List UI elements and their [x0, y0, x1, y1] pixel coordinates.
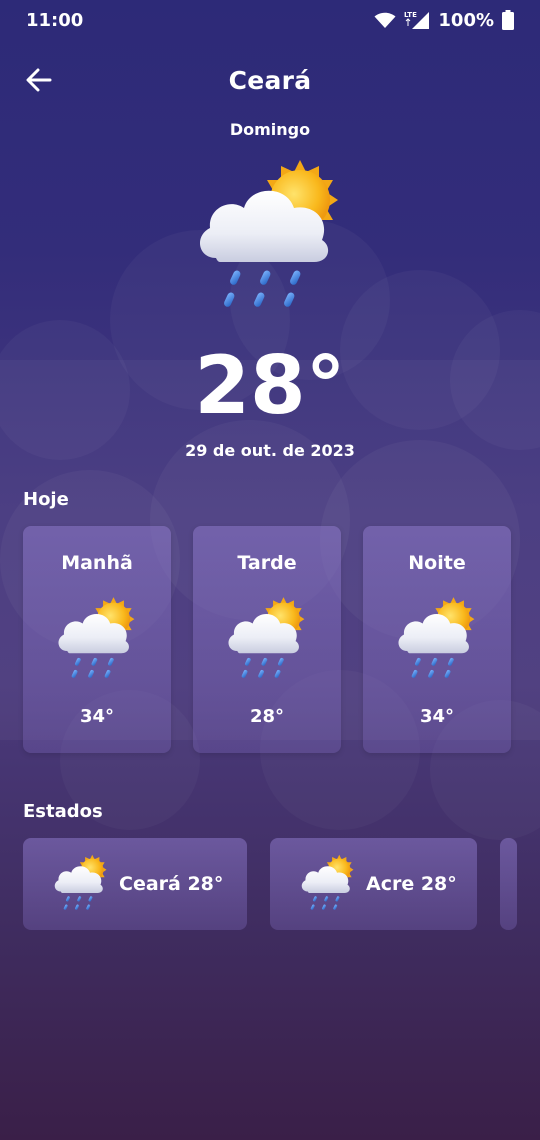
sun-cloud-rain-icon — [53, 596, 141, 684]
period-card-morning[interactable]: Manhã 34° — [23, 526, 171, 753]
sun-cloud-rain-icon — [393, 596, 481, 684]
sun-cloud-rain-icon — [51, 854, 111, 914]
state-card-partial[interactable] — [500, 838, 517, 930]
state-label: Acre 28° — [366, 873, 457, 895]
battery-percent: 100% — [438, 9, 494, 31]
period-temperature: 34° — [79, 706, 115, 727]
period-card-afternoon[interactable]: Tarde 28° — [193, 526, 341, 753]
sun-cloud-rain-icon — [223, 596, 311, 684]
lte-signal-icon: LTE — [404, 11, 430, 29]
states-section-title: Estados — [23, 801, 103, 822]
period-name: Manhã — [61, 552, 133, 574]
period-temperature: 28° — [249, 706, 285, 727]
status-time: 11:00 — [26, 9, 84, 31]
battery-icon — [502, 10, 514, 30]
svg-text:LTE: LTE — [404, 11, 417, 19]
state-card-ceara[interactable]: Ceará 28° — [23, 838, 247, 930]
back-button[interactable] — [22, 64, 56, 96]
arrow-left-icon — [26, 68, 52, 92]
period-temperature: 34° — [419, 706, 455, 727]
sun-cloud-rain-icon — [190, 158, 350, 318]
state-label: Ceará 28° — [119, 873, 224, 895]
day-label: Domingo — [229, 120, 311, 139]
header: Ceará — [0, 56, 540, 104]
period-card-night[interactable]: Noite 34° — [363, 526, 511, 753]
current-temperature: 28° — [194, 339, 346, 432]
period-name: Noite — [408, 552, 466, 574]
sun-cloud-rain-icon — [298, 854, 358, 914]
page-title: Ceará — [228, 65, 312, 95]
today-section-title: Hoje — [23, 489, 69, 510]
period-name: Tarde — [237, 552, 297, 574]
current-date: 29 de out. de 2023 — [185, 441, 355, 460]
state-card-acre[interactable]: Acre 28° — [270, 838, 477, 930]
wifi-icon — [374, 12, 396, 28]
status-bar: 11:00 LTE 100% — [0, 0, 540, 40]
